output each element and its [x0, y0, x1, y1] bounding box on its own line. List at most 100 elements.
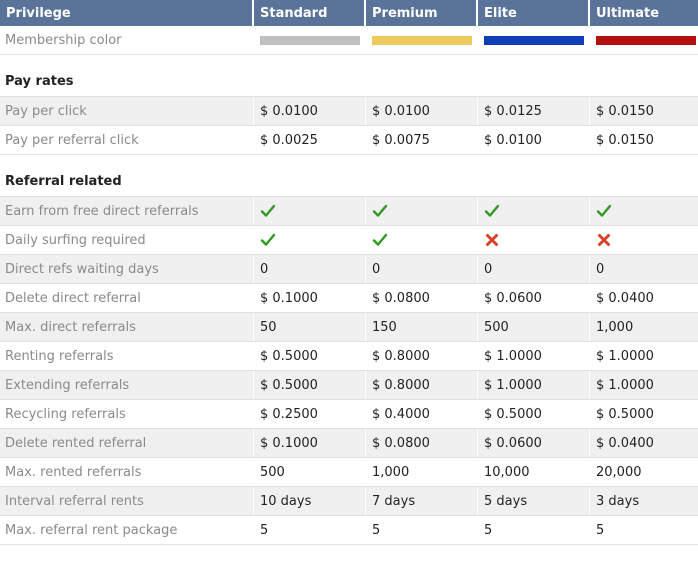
color-swatch-elite [484, 35, 584, 45]
membership-comparison-table: Privilege Standard Premium Elite Ultimat… [0, 0, 698, 545]
row-label: Pay per click [0, 97, 254, 125]
plan-value: 10,000 [478, 458, 590, 486]
table-header-row: Privilege Standard Premium Elite Ultimat… [0, 0, 698, 26]
plan-value: 5 days [478, 487, 590, 515]
row-label: Delete rented referral [0, 429, 254, 457]
check-icon [260, 203, 276, 219]
check-icon [372, 232, 388, 248]
plan-value: $ 0.2500 [254, 400, 366, 428]
plan-value: $ 0.0100 [254, 97, 366, 125]
plan-value: 0 [478, 255, 590, 283]
table-row-daily-surfing-required: Daily surfing required [0, 226, 698, 255]
plan-value: $ 0.5000 [478, 400, 590, 428]
row-label: Recycling referrals [0, 400, 254, 428]
plan-value: $ 0.0800 [366, 429, 478, 457]
row-label: Interval referral rents [0, 487, 254, 515]
plan-value: 5 [366, 516, 478, 544]
plan-value: 5 [478, 516, 590, 544]
table-row-extending-referrals: Extending referrals $ 0.5000 $ 0.8000 $ 1.0… [0, 371, 698, 400]
plan-value: 0 [596, 261, 605, 277]
row-label: Max. referral rent package [0, 516, 254, 544]
plan-value: $ 0.0600 [478, 284, 590, 312]
plan-value: $ 1.0000 [596, 377, 654, 393]
table-row-delete-direct-referral: Delete direct referral $ 0.1000 $ 0.0800 $ … [0, 284, 698, 313]
row-label: Membership color [0, 26, 254, 54]
plan-cell [366, 197, 478, 225]
plan-value: $ 0.0400 [596, 290, 654, 306]
plan-value: 0 [366, 255, 478, 283]
row-label: Renting referrals [0, 342, 254, 370]
cross-icon [596, 232, 612, 248]
check-icon [260, 232, 276, 248]
row-label: Delete direct referral [0, 284, 254, 312]
table-row-interval-referral-rents: Interval referral rents 10 days 7 days 5 da… [0, 487, 698, 516]
table-row-renting-referrals: Renting referrals $ 0.5000 $ 0.8000 $ 1.000… [0, 342, 698, 371]
plan-value: 0 [254, 255, 366, 283]
plan-value: 500 [478, 313, 590, 341]
plan-value: $ 0.0100 [478, 126, 590, 154]
row-label: Direct refs waiting days [0, 255, 254, 283]
header-ultimate: Ultimate [596, 5, 660, 21]
plan-value: 150 [366, 313, 478, 341]
row-label: Daily surfing required [0, 226, 254, 254]
plan-value: $ 0.0075 [366, 126, 478, 154]
plan-value: 1,000 [596, 319, 634, 335]
plan-value: $ 0.5000 [254, 371, 366, 399]
table-row-pay-per-referral-click: Pay per referral click $ 0.0025 $ 0.0075 $ … [0, 126, 698, 155]
plan-value: 5 [596, 522, 605, 538]
color-swatch-standard [260, 35, 360, 45]
table-row-max-direct-referrals: Max. direct referrals 50 150 500 1,000 [0, 313, 698, 342]
section-heading-pay-rates: Pay rates [0, 55, 698, 97]
plan-value: $ 0.0150 [596, 103, 654, 119]
header-standard: Standard [254, 0, 366, 26]
table-row-pay-per-click: Pay per click $ 0.0100 $ 0.0100 $ 0.0125 $ 0… [0, 97, 698, 126]
plan-value: $ 1.0000 [478, 371, 590, 399]
plan-value: 3 days [596, 493, 640, 509]
plan-value: $ 0.8000 [366, 371, 478, 399]
check-icon [372, 203, 388, 219]
plan-value: 1,000 [366, 458, 478, 486]
header-premium: Premium [366, 0, 478, 26]
plan-value: $ 0.8000 [366, 342, 478, 370]
row-label: Extending referrals [0, 371, 254, 399]
plan-cell [590, 197, 698, 225]
check-icon [596, 203, 612, 219]
table-row-direct-refs-waiting-days: Direct refs waiting days 0 0 0 0 [0, 255, 698, 284]
plan-value: $ 0.0150 [596, 132, 654, 148]
row-label: Max. rented referrals [0, 458, 254, 486]
plan-value: 500 [254, 458, 366, 486]
section-heading-referral-related: Referral related [0, 155, 698, 197]
plan-cell [254, 226, 366, 254]
plan-value: $ 1.0000 [596, 348, 654, 364]
plan-value: $ 1.0000 [478, 342, 590, 370]
header-elite: Elite [478, 0, 590, 26]
color-swatch-ultimate [596, 35, 696, 45]
plan-cell [590, 226, 698, 254]
check-icon [484, 203, 500, 219]
pay-rates-group: Pay per click $ 0.0100 $ 0.0100 $ 0.0125 $ 0… [0, 97, 698, 155]
plan-value: $ 0.4000 [366, 400, 478, 428]
plan-value: 50 [254, 313, 366, 341]
cross-icon [484, 232, 500, 248]
plan-cell [478, 226, 590, 254]
table-row-recycling-referrals: Recycling referrals $ 0.2500 $ 0.4000 $ 0.5… [0, 400, 698, 429]
plan-value: $ 0.0600 [478, 429, 590, 457]
plan-value: $ 0.0100 [366, 97, 478, 125]
plan-value: $ 0.1000 [254, 429, 366, 457]
table-row-max-referral-rent-package: Max. referral rent package 5 5 5 5 [0, 516, 698, 545]
membership-color-row: Membership color [0, 26, 698, 55]
referral-group: Earn from free direct referrals Daily sur… [0, 197, 698, 545]
plan-value: $ 0.0800 [366, 284, 478, 312]
plan-cell [254, 197, 366, 225]
table-row-max-rented-referrals: Max. rented referrals 500 1,000 10,000 20,00… [0, 458, 698, 487]
table-row-delete-rented-referral: Delete rented referral $ 0.1000 $ 0.0800 $ … [0, 429, 698, 458]
plan-value: $ 0.0025 [254, 126, 366, 154]
plan-value: $ 0.5000 [596, 406, 654, 422]
plan-value: $ 0.0400 [596, 435, 654, 451]
row-label: Earn from free direct referrals [0, 197, 254, 225]
plan-cell [478, 197, 590, 225]
plan-value: $ 0.5000 [254, 342, 366, 370]
plan-value: $ 0.0125 [478, 97, 590, 125]
table-row-earn-from-free-direct-referrals: Earn from free direct referrals [0, 197, 698, 226]
plan-value: 7 days [366, 487, 478, 515]
